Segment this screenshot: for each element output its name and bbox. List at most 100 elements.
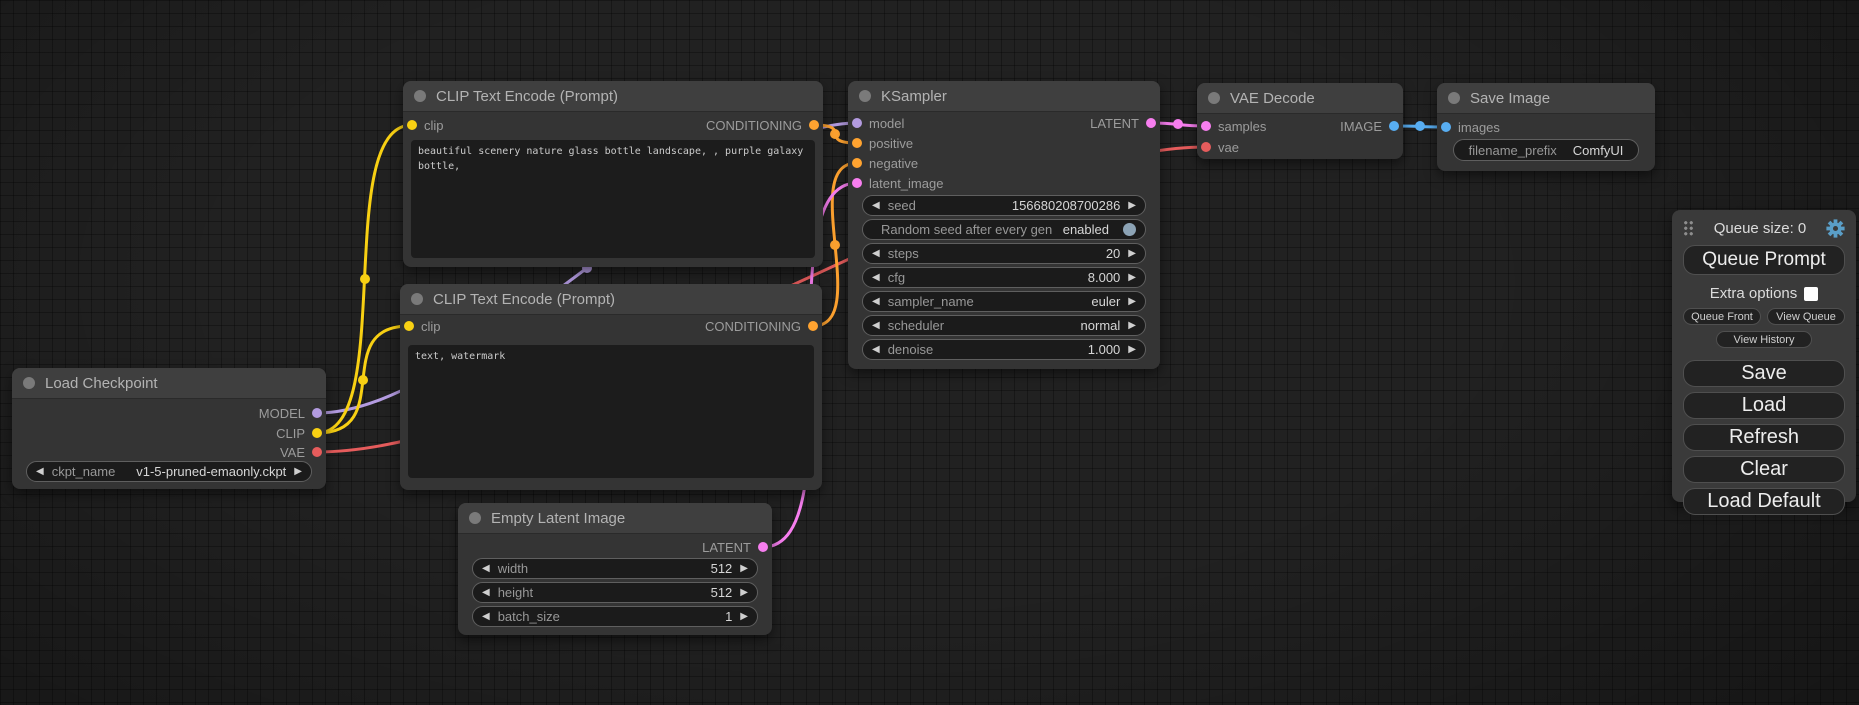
input-slot-negative[interactable]: negative xyxy=(852,155,918,171)
filename-prefix-widget[interactable]: filename_prefix ComfyUI xyxy=(1453,139,1639,161)
batch-size-widget[interactable]: ◀ batch_size 1 ▶ xyxy=(472,606,758,627)
collapse-dot-icon[interactable] xyxy=(414,90,426,102)
height-widget[interactable]: ◀ height 512 ▶ xyxy=(472,582,758,603)
save-button[interactable]: Save xyxy=(1683,360,1845,387)
decrement-arrow-icon[interactable]: ◀ xyxy=(482,564,490,574)
node-save-image[interactable]: Save Image images filename_prefix ComfyU… xyxy=(1437,83,1655,171)
model-output-dot[interactable] xyxy=(312,408,322,418)
output-slot-conditioning[interactable]: CONDITIONING xyxy=(705,318,818,334)
prompt-textarea[interactable]: text, watermark xyxy=(408,345,814,478)
output-slot-conditioning[interactable]: CONDITIONING xyxy=(706,117,819,133)
refresh-button[interactable]: Refresh xyxy=(1683,424,1845,451)
latent-output-dot[interactable] xyxy=(1146,118,1156,128)
input-slot-latent-image[interactable]: latent_image xyxy=(852,175,943,191)
node-clip-text-encode-negative[interactable]: CLIP Text Encode (Prompt) clip CONDITION… xyxy=(400,284,822,490)
node-title-bar[interactable]: Load Checkpoint xyxy=(12,368,326,399)
decrement-arrow-icon[interactable]: ◀ xyxy=(872,201,880,211)
collapse-dot-icon[interactable] xyxy=(859,90,871,102)
vae-output-dot[interactable] xyxy=(312,447,322,457)
load-default-button[interactable]: Load Default xyxy=(1683,488,1845,515)
decrement-arrow-icon[interactable]: ◀ xyxy=(872,345,880,355)
increment-arrow-icon[interactable]: ▶ xyxy=(740,612,748,622)
latent-output-dot[interactable] xyxy=(758,542,768,552)
cfg-widget[interactable]: ◀ cfg 8.000 ▶ xyxy=(862,267,1146,288)
decrement-arrow-icon[interactable]: ◀ xyxy=(872,297,880,307)
collapse-dot-icon[interactable] xyxy=(411,293,423,305)
input-slot-vae[interactable]: vae xyxy=(1201,139,1239,155)
clip-input-dot[interactable] xyxy=(407,120,417,130)
queue-front-button[interactable]: Queue Front xyxy=(1683,308,1761,325)
random-seed-widget[interactable]: Random seed after every gen enabled xyxy=(862,219,1146,240)
node-title-bar[interactable]: CLIP Text Encode (Prompt) xyxy=(400,284,822,315)
view-history-button[interactable]: View History xyxy=(1716,331,1812,348)
vae-input-dot[interactable] xyxy=(1201,142,1211,152)
node-title-bar[interactable]: CLIP Text Encode (Prompt) xyxy=(403,81,823,112)
drag-handle-icon[interactable] xyxy=(1683,220,1694,236)
input-slot-images[interactable]: images xyxy=(1441,119,1500,135)
node-title-bar[interactable]: VAE Decode xyxy=(1197,83,1403,114)
increment-arrow-icon[interactable]: ▶ xyxy=(1128,201,1136,211)
output-slot-latent[interactable]: LATENT xyxy=(1090,115,1156,131)
node-clip-text-encode-positive[interactable]: CLIP Text Encode (Prompt) clip CONDITION… xyxy=(403,81,823,267)
increment-arrow-icon[interactable]: ▶ xyxy=(1128,297,1136,307)
width-widget[interactable]: ◀ width 512 ▶ xyxy=(472,558,758,579)
input-slot-model[interactable]: model xyxy=(852,115,904,131)
toggle-circle-icon[interactable] xyxy=(1123,223,1136,236)
input-slot-samples[interactable]: samples xyxy=(1201,118,1266,134)
decrement-arrow-icon[interactable]: ◀ xyxy=(872,249,880,259)
image-output-dot[interactable] xyxy=(1389,121,1399,131)
input-slot-positive[interactable]: positive xyxy=(852,135,913,151)
input-slot-clip[interactable]: clip xyxy=(407,117,444,133)
queue-prompt-button[interactable]: Queue Prompt xyxy=(1683,245,1845,275)
decrement-arrow-icon[interactable]: ◀ xyxy=(872,273,880,283)
node-vae-decode[interactable]: VAE Decode samples vae IMAGE xyxy=(1197,83,1403,159)
positive-input-dot[interactable] xyxy=(852,138,862,148)
extra-options-checkbox[interactable] xyxy=(1804,287,1818,301)
input-slot-clip[interactable]: clip xyxy=(404,318,441,334)
increment-arrow-icon[interactable]: ▶ xyxy=(294,467,302,477)
scheduler-widget[interactable]: ◀ scheduler normal ▶ xyxy=(862,315,1146,336)
increment-arrow-icon[interactable]: ▶ xyxy=(740,588,748,598)
decrement-arrow-icon[interactable]: ◀ xyxy=(36,467,44,477)
increment-arrow-icon[interactable]: ▶ xyxy=(1128,249,1136,259)
decrement-arrow-icon[interactable]: ◀ xyxy=(482,612,490,622)
collapse-dot-icon[interactable] xyxy=(23,377,35,389)
clear-button[interactable]: Clear xyxy=(1683,456,1845,483)
output-slot-latent[interactable]: LATENT xyxy=(702,539,768,555)
conditioning-output-dot[interactable] xyxy=(808,321,818,331)
output-slot-vae[interactable]: VAE xyxy=(280,444,322,460)
conditioning-output-dot[interactable] xyxy=(809,120,819,130)
output-slot-image[interactable]: IMAGE xyxy=(1340,118,1399,134)
node-title-bar[interactable]: Save Image xyxy=(1437,83,1655,114)
latent-image-input-dot[interactable] xyxy=(852,178,862,188)
load-button[interactable]: Load xyxy=(1683,392,1845,419)
seed-widget[interactable]: ◀ seed 156680208700286 ▶ xyxy=(862,195,1146,216)
output-slot-clip[interactable]: CLIP xyxy=(276,425,322,441)
node-load-checkpoint[interactable]: Load Checkpoint MODEL CLIP VAE ◀ ckpt_na… xyxy=(12,368,326,489)
collapse-dot-icon[interactable] xyxy=(1208,92,1220,104)
images-input-dot[interactable] xyxy=(1441,122,1451,132)
sampler-name-widget[interactable]: ◀ sampler_name euler ▶ xyxy=(862,291,1146,312)
increment-arrow-icon[interactable]: ▶ xyxy=(1128,321,1136,331)
denoise-widget[interactable]: ◀ denoise 1.000 ▶ xyxy=(862,339,1146,360)
collapse-dot-icon[interactable] xyxy=(469,512,481,524)
increment-arrow-icon[interactable]: ▶ xyxy=(1128,345,1136,355)
node-title-bar[interactable]: KSampler xyxy=(848,81,1160,112)
view-queue-button[interactable]: View Queue xyxy=(1767,308,1845,325)
clip-output-dot[interactable] xyxy=(312,428,322,438)
output-slot-model[interactable]: MODEL xyxy=(259,405,322,421)
increment-arrow-icon[interactable]: ▶ xyxy=(1128,273,1136,283)
samples-input-dot[interactable] xyxy=(1201,121,1211,131)
settings-gear-icon[interactable] xyxy=(1826,219,1845,238)
model-input-dot[interactable] xyxy=(852,118,862,128)
decrement-arrow-icon[interactable]: ◀ xyxy=(872,321,880,331)
node-ksampler[interactable]: KSampler model positive negative latent_… xyxy=(848,81,1160,369)
steps-widget[interactable]: ◀ steps 20 ▶ xyxy=(862,243,1146,264)
node-graph-canvas[interactable]: Load Checkpoint MODEL CLIP VAE ◀ ckpt_na… xyxy=(0,0,1859,705)
collapse-dot-icon[interactable] xyxy=(1448,92,1460,104)
decrement-arrow-icon[interactable]: ◀ xyxy=(482,588,490,598)
node-title-bar[interactable]: Empty Latent Image xyxy=(458,503,772,534)
node-empty-latent-image[interactable]: Empty Latent Image LATENT ◀ width 512 ▶ … xyxy=(458,503,772,635)
increment-arrow-icon[interactable]: ▶ xyxy=(740,564,748,574)
clip-input-dot[interactable] xyxy=(404,321,414,331)
